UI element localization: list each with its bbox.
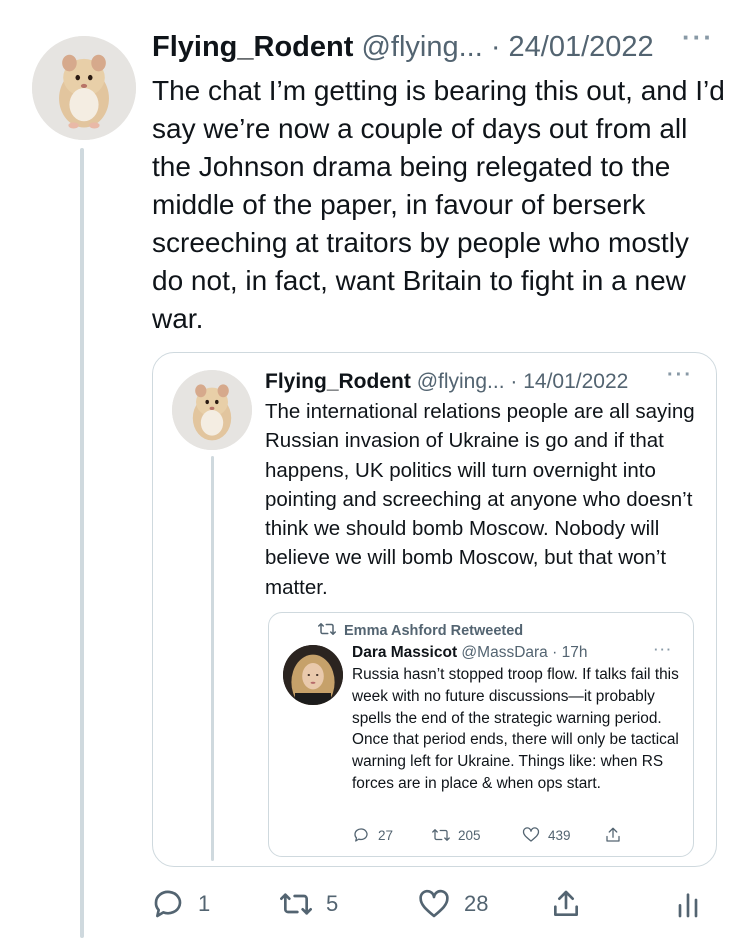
- quoted-tweet-text: The international relations people are a…: [265, 400, 695, 599]
- inner-tweet-text: Russia hasn’t stopped troop flow. If tal…: [352, 666, 679, 792]
- inner-display-name[interactable]: Dara Massicot: [352, 644, 457, 661]
- more-icon[interactable]: ···: [682, 22, 714, 53]
- inner-more-icon[interactable]: ···: [654, 642, 673, 657]
- thread-line: [80, 148, 84, 938]
- inner-action-bar: 27 205 439: [352, 826, 672, 848]
- inner-avatar[interactable]: [283, 645, 343, 705]
- share-icon: [606, 827, 620, 842]
- inner-reply-button[interactable]: 27: [352, 826, 393, 844]
- inner-tweet-header: Dara Massicot @MassDara · 17h: [352, 643, 587, 663]
- tweet-date[interactable]: 24/01/2022: [509, 31, 654, 63]
- heart-icon: [522, 827, 540, 842]
- quoted-handle[interactable]: @flying...: [417, 370, 505, 393]
- retweet-count: 5: [326, 891, 339, 916]
- inner-handle[interactable]: @MassDara: [461, 644, 547, 661]
- retweet-button[interactable]: 5: [280, 884, 338, 924]
- inner-like-button[interactable]: 439: [522, 826, 571, 844]
- reply-icon: [154, 890, 182, 918]
- quoted-tweet-header: Flying_Rodent @flying... · 14/01/2022: [265, 368, 628, 396]
- analytics-button[interactable]: [672, 884, 704, 924]
- separator-dot: ·: [547, 644, 562, 661]
- hamster-avatar-image: [172, 370, 252, 450]
- main-action-bar: 1 5 28: [152, 884, 722, 924]
- inner-retweet-count: 205: [458, 827, 481, 843]
- retweeted-by-line: Emma Ashford Retweeted: [318, 621, 523, 640]
- person-avatar-image: [283, 645, 343, 705]
- handle[interactable]: @flying...: [361, 31, 482, 63]
- share-icon: [554, 890, 578, 916]
- reply-button[interactable]: 1: [152, 884, 210, 924]
- quoted-avatar[interactable]: [172, 370, 252, 450]
- tweet-header: Flying_Rodent @flying... · 24/01/2022: [152, 30, 654, 64]
- retweet-icon: [432, 829, 450, 841]
- quoted-more-icon[interactable]: ···: [667, 364, 693, 387]
- inner-time[interactable]: 17h: [562, 644, 588, 661]
- quoted-thread-line: [211, 456, 214, 861]
- inner-reply-count: 27: [378, 827, 394, 843]
- reply-count: 1: [198, 891, 211, 916]
- inner-retweet-button[interactable]: 205: [432, 826, 481, 844]
- like-button[interactable]: 28: [418, 884, 488, 924]
- quoted-date[interactable]: 14/01/2022: [523, 370, 628, 393]
- inner-share-button[interactable]: [604, 826, 622, 844]
- share-button[interactable]: [550, 884, 582, 924]
- retweet-icon: [280, 893, 312, 915]
- retweet-icon: [318, 623, 336, 635]
- separator-dot: ·: [482, 31, 509, 63]
- tweet-text: The chat I’m getting is bearing this out…: [152, 75, 725, 334]
- quoted-display-name[interactable]: Flying_Rodent: [265, 370, 411, 393]
- like-count: 28: [464, 891, 489, 916]
- avatar-flying-rodent[interactable]: [32, 36, 136, 140]
- reply-icon: [354, 828, 368, 842]
- separator-dot: ·: [504, 370, 524, 393]
- hamster-avatar-image: [32, 36, 136, 140]
- retweeted-by-label: Emma Ashford Retweeted: [344, 623, 524, 639]
- heart-icon: [419, 889, 449, 918]
- inner-like-count: 439: [548, 827, 571, 843]
- display-name[interactable]: Flying_Rodent: [152, 31, 353, 63]
- analytics-icon: [678, 893, 698, 918]
